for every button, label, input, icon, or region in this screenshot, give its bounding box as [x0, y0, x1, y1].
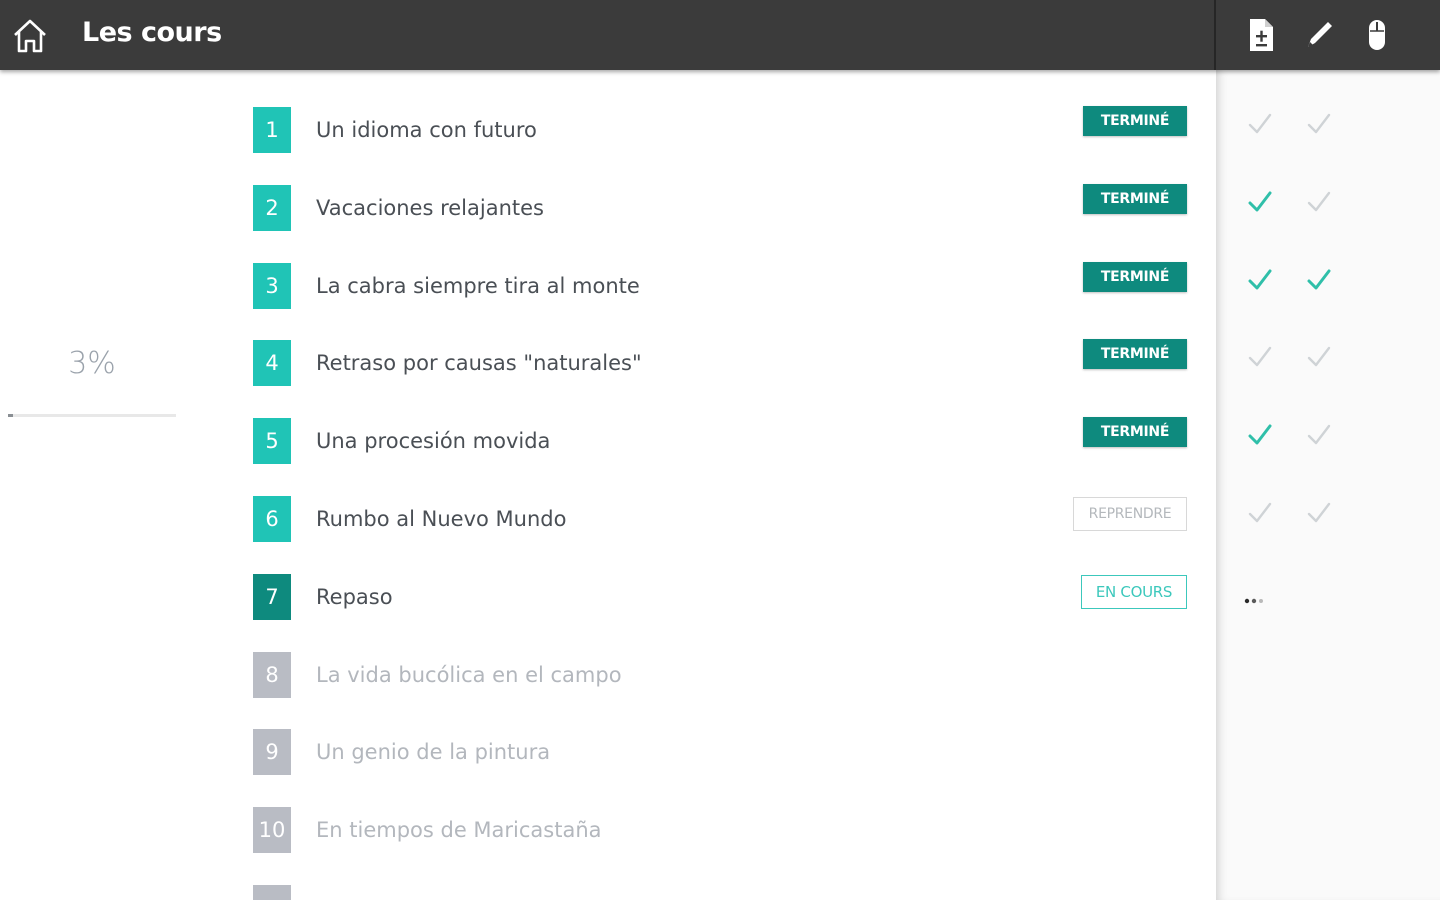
- completed-badge: TERMINÉ: [1083, 417, 1187, 448]
- in-progress-dots-icon: [1244, 598, 1263, 604]
- lesson-row[interactable]: 2 Vacaciones relajantes TERMINÉ: [253, 183, 1187, 231]
- lesson-number: 3: [253, 262, 291, 309]
- pencil-button[interactable]: [1302, 16, 1336, 54]
- top-bar: Les cours: [0, 0, 1440, 70]
- check-pending-icon: [1248, 347, 1272, 367]
- lesson-row[interactable]: 3 La cabra siempre tira al monte TERMINÉ: [253, 261, 1187, 309]
- lesson-row: 9 Un genio de la pintura: [253, 729, 1187, 776]
- lesson-number: 7: [253, 573, 291, 620]
- lesson-title: Rumbo al Nuevo Mundo: [316, 507, 567, 531]
- mouse-icon: [1369, 20, 1385, 50]
- lesson-number: 2: [253, 184, 291, 231]
- lesson-row[interactable]: 7 Repaso EN COURS: [253, 573, 1187, 620]
- lesson-title: Repaso: [316, 584, 393, 609]
- pencil-icon: [1308, 22, 1332, 47]
- lesson-title: Una procesión movida: [316, 429, 551, 454]
- completed-badge: TERMINÉ: [1083, 261, 1187, 292]
- lesson-title: Retraso por causas "naturales": [316, 351, 642, 376]
- lesson-title: Vacaciones relajantes: [316, 195, 544, 220]
- topbar-divider: [1214, 0, 1216, 70]
- document-icon: [1250, 19, 1273, 51]
- lesson-row[interactable]: 1 Un idioma con futuro TERMINÉ: [253, 106, 1187, 153]
- lesson-title: Un idioma con futuro: [316, 118, 537, 142]
- check-pending-icon: [1307, 191, 1331, 211]
- check-pending-icon: [1248, 113, 1272, 134]
- completed-badge: TERMINÉ: [1083, 339, 1187, 370]
- mouse-button[interactable]: [1360, 16, 1394, 54]
- lesson-title: En tiempos de Maricastaña: [316, 818, 602, 843]
- home-icon: [14, 19, 46, 53]
- lesson-number: 9: [253, 729, 291, 776]
- lesson-title: La cabra siempre tira al monte: [316, 273, 640, 298]
- check-complete-icon: [1248, 269, 1272, 290]
- check-pending-icon: [1307, 502, 1331, 523]
- lesson-title: La vida bucólica en el campo: [316, 662, 622, 687]
- document-button[interactable]: [1244, 16, 1278, 54]
- lesson-title: Un genio de la pintura: [316, 740, 551, 765]
- lesson-number: 4: [253, 340, 291, 387]
- lesson-row[interactable]: 6 Rumbo al Nuevo Mundo REPRENDRE: [253, 496, 1187, 542]
- progress-bar: [8, 414, 176, 417]
- lesson-row[interactable]: 5 Una procesión movida TERMINÉ: [253, 417, 1187, 465]
- lesson-row[interactable]: 4 Retraso por causas "naturales" TERMINÉ: [253, 339, 1187, 387]
- lesson-number: 1: [253, 107, 291, 153]
- check-pending-icon: [1248, 502, 1272, 523]
- resume-button[interactable]: REPRENDRE: [1073, 497, 1187, 531]
- home-button[interactable]: [10, 16, 50, 56]
- lesson-row: 8 La vida bucólica en el campo: [253, 651, 1187, 698]
- check-complete-icon: [1248, 424, 1272, 445]
- check-complete-icon: [1307, 269, 1331, 290]
- completed-badge: TERMINÉ: [1083, 106, 1187, 136]
- check-pending-icon: [1307, 424, 1331, 445]
- progress-percent: 3%: [68, 346, 116, 381]
- lesson-row: 10 En tiempos de Maricastaña: [253, 807, 1187, 854]
- completed-badge: TERMINÉ: [1083, 183, 1187, 214]
- lesson-number: 8: [253, 651, 291, 698]
- check-pending-icon: [1307, 113, 1331, 134]
- lesson-number: 10: [253, 807, 291, 854]
- in-progress-badge: EN COURS: [1081, 574, 1187, 609]
- lesson-number: 5: [253, 418, 291, 465]
- lesson-number: [253, 885, 291, 900]
- page-title: Les cours: [82, 17, 222, 48]
- check-pending-icon: [1307, 347, 1331, 367]
- check-complete-icon: [1248, 191, 1272, 212]
- lesson-number: 6: [253, 496, 291, 542]
- progress-bar-fill: [8, 414, 14, 417]
